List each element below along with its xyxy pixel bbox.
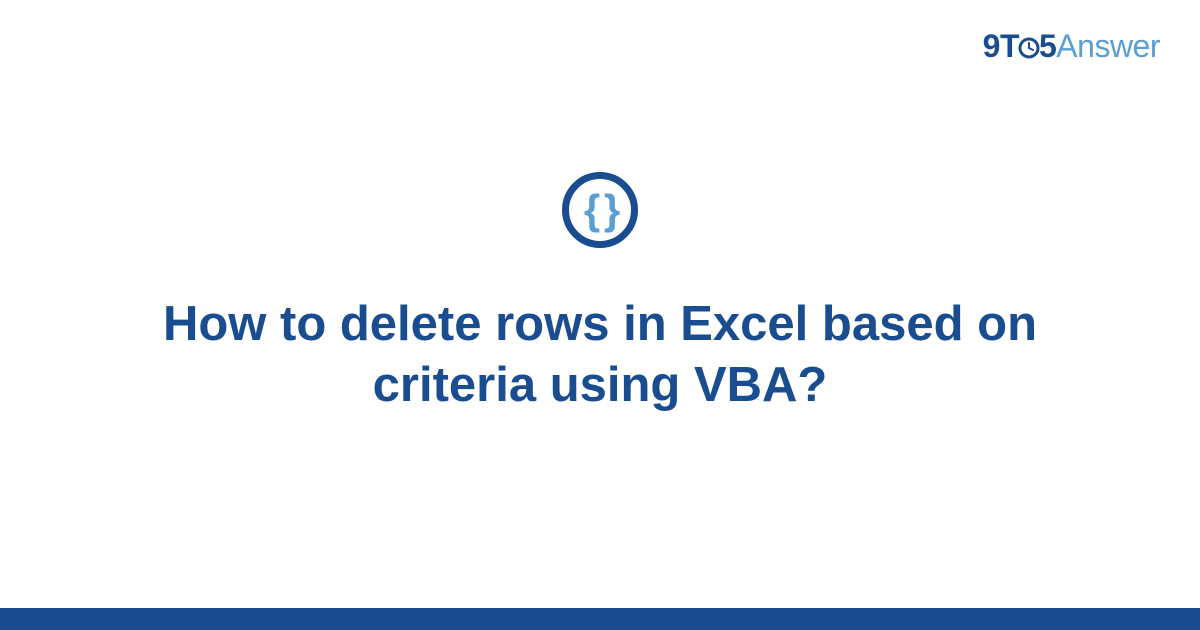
footer-bar <box>0 608 1200 630</box>
page-title: How to delete rows in Excel based on cri… <box>120 294 1080 417</box>
main-content: { } How to delete rows in Excel based on… <box>0 0 1200 608</box>
code-braces-icon: { } <box>562 172 638 248</box>
braces-glyph: { } <box>584 189 616 231</box>
